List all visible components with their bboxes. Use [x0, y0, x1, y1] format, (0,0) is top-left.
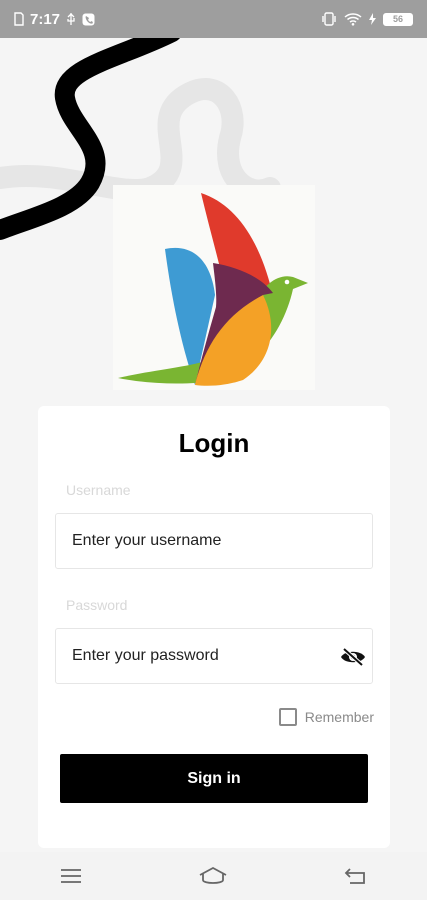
battery-icon: 56 — [383, 12, 413, 26]
sim-icon — [14, 12, 24, 26]
username-label: Username — [66, 482, 131, 498]
usb-icon — [66, 12, 76, 26]
password-input[interactable] — [72, 629, 332, 683]
remember-row: Remember — [278, 708, 374, 726]
phone-icon — [82, 13, 95, 26]
home-icon[interactable] — [183, 856, 243, 896]
back-icon[interactable] — [326, 856, 386, 896]
password-label: Password — [66, 597, 128, 613]
charging-icon — [369, 13, 376, 25]
remember-checkbox[interactable] — [278, 708, 297, 726]
login-title: Login — [178, 428, 250, 458]
username-field-container — [55, 513, 373, 569]
login-card: Login Username Password Remember Sign in — [38, 406, 390, 848]
menu-icon[interactable] — [41, 856, 101, 896]
status-time: 7:17 — [30, 10, 61, 28]
status-bar: 7:17 56 — [0, 0, 427, 38]
navigation-bar — [0, 852, 427, 900]
app-logo — [113, 185, 315, 390]
remember-label: Remember — [304, 709, 374, 725]
status-left: 7:17 — [14, 11, 95, 28]
status-right: 56 — [321, 12, 413, 26]
password-field-container — [55, 628, 373, 684]
wifi-icon — [344, 12, 362, 26]
eye-off-icon[interactable] — [340, 647, 366, 667]
bird-logo-icon — [118, 193, 308, 386]
sign-in-button[interactable]: Sign in — [60, 754, 368, 803]
username-input[interactable] — [72, 514, 332, 568]
vibrate-icon — [321, 12, 337, 26]
